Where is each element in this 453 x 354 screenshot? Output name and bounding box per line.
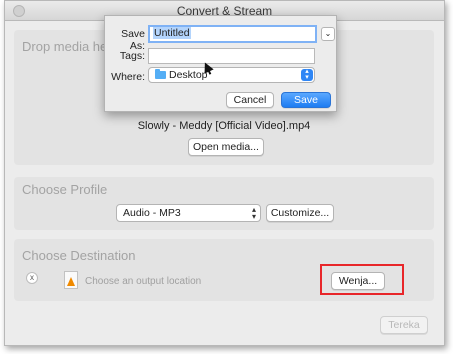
save-as-label: Save As: xyxy=(121,28,145,52)
folder-icon xyxy=(155,69,166,79)
output-location-placeholder: Choose an output location xyxy=(85,276,202,287)
profile-select[interactable]: Audio - MP3 ▴ ▾ xyxy=(116,204,261,222)
customize-button[interactable]: Customize... xyxy=(266,204,334,222)
save-dialog: Save As: Untitled ⌄ Tags: Where: Desktop… xyxy=(104,15,337,112)
profile-selected-value: Audio - MP3 xyxy=(123,207,181,219)
open-media-button[interactable]: Open media... xyxy=(188,138,264,156)
updown-arrows-icon: ▴ ▾ xyxy=(301,68,313,81)
where-label: Where: xyxy=(111,71,145,83)
close-icon[interactable] xyxy=(13,5,25,17)
updown-arrows-icon: ▴ ▾ xyxy=(251,205,256,221)
go-button[interactable]: Tereka xyxy=(380,316,428,334)
save-as-value: Untitled xyxy=(153,27,191,39)
tags-field[interactable] xyxy=(148,48,315,64)
profile-heading: Choose Profile xyxy=(22,182,108,197)
tags-label: Tags: xyxy=(119,50,145,62)
where-select[interactable]: Desktop ▴ ▾ xyxy=(148,67,315,83)
destination-heading: Choose Destination xyxy=(22,248,136,263)
profile-section: Choose Profile Audio - MP3 ▴ ▾ Customize.… xyxy=(14,177,434,230)
where-value: Desktop xyxy=(169,69,208,81)
cancel-button[interactable]: Cancel xyxy=(226,92,274,108)
save-as-field[interactable]: Untitled xyxy=(148,25,317,43)
highlight-box xyxy=(320,264,404,295)
expand-dialog-button[interactable]: ⌄ xyxy=(321,27,335,41)
remove-destination-button[interactable]: x xyxy=(26,272,38,284)
vlc-cone-icon xyxy=(67,277,75,286)
save-button[interactable]: Save xyxy=(281,92,331,108)
close-icon: x xyxy=(30,273,34,282)
chevron-down-icon: ⌄ xyxy=(324,29,332,38)
vlc-file-icon xyxy=(64,271,78,289)
selected-filename: Slowly - Meddy [Official Video].mp4 xyxy=(137,120,311,132)
